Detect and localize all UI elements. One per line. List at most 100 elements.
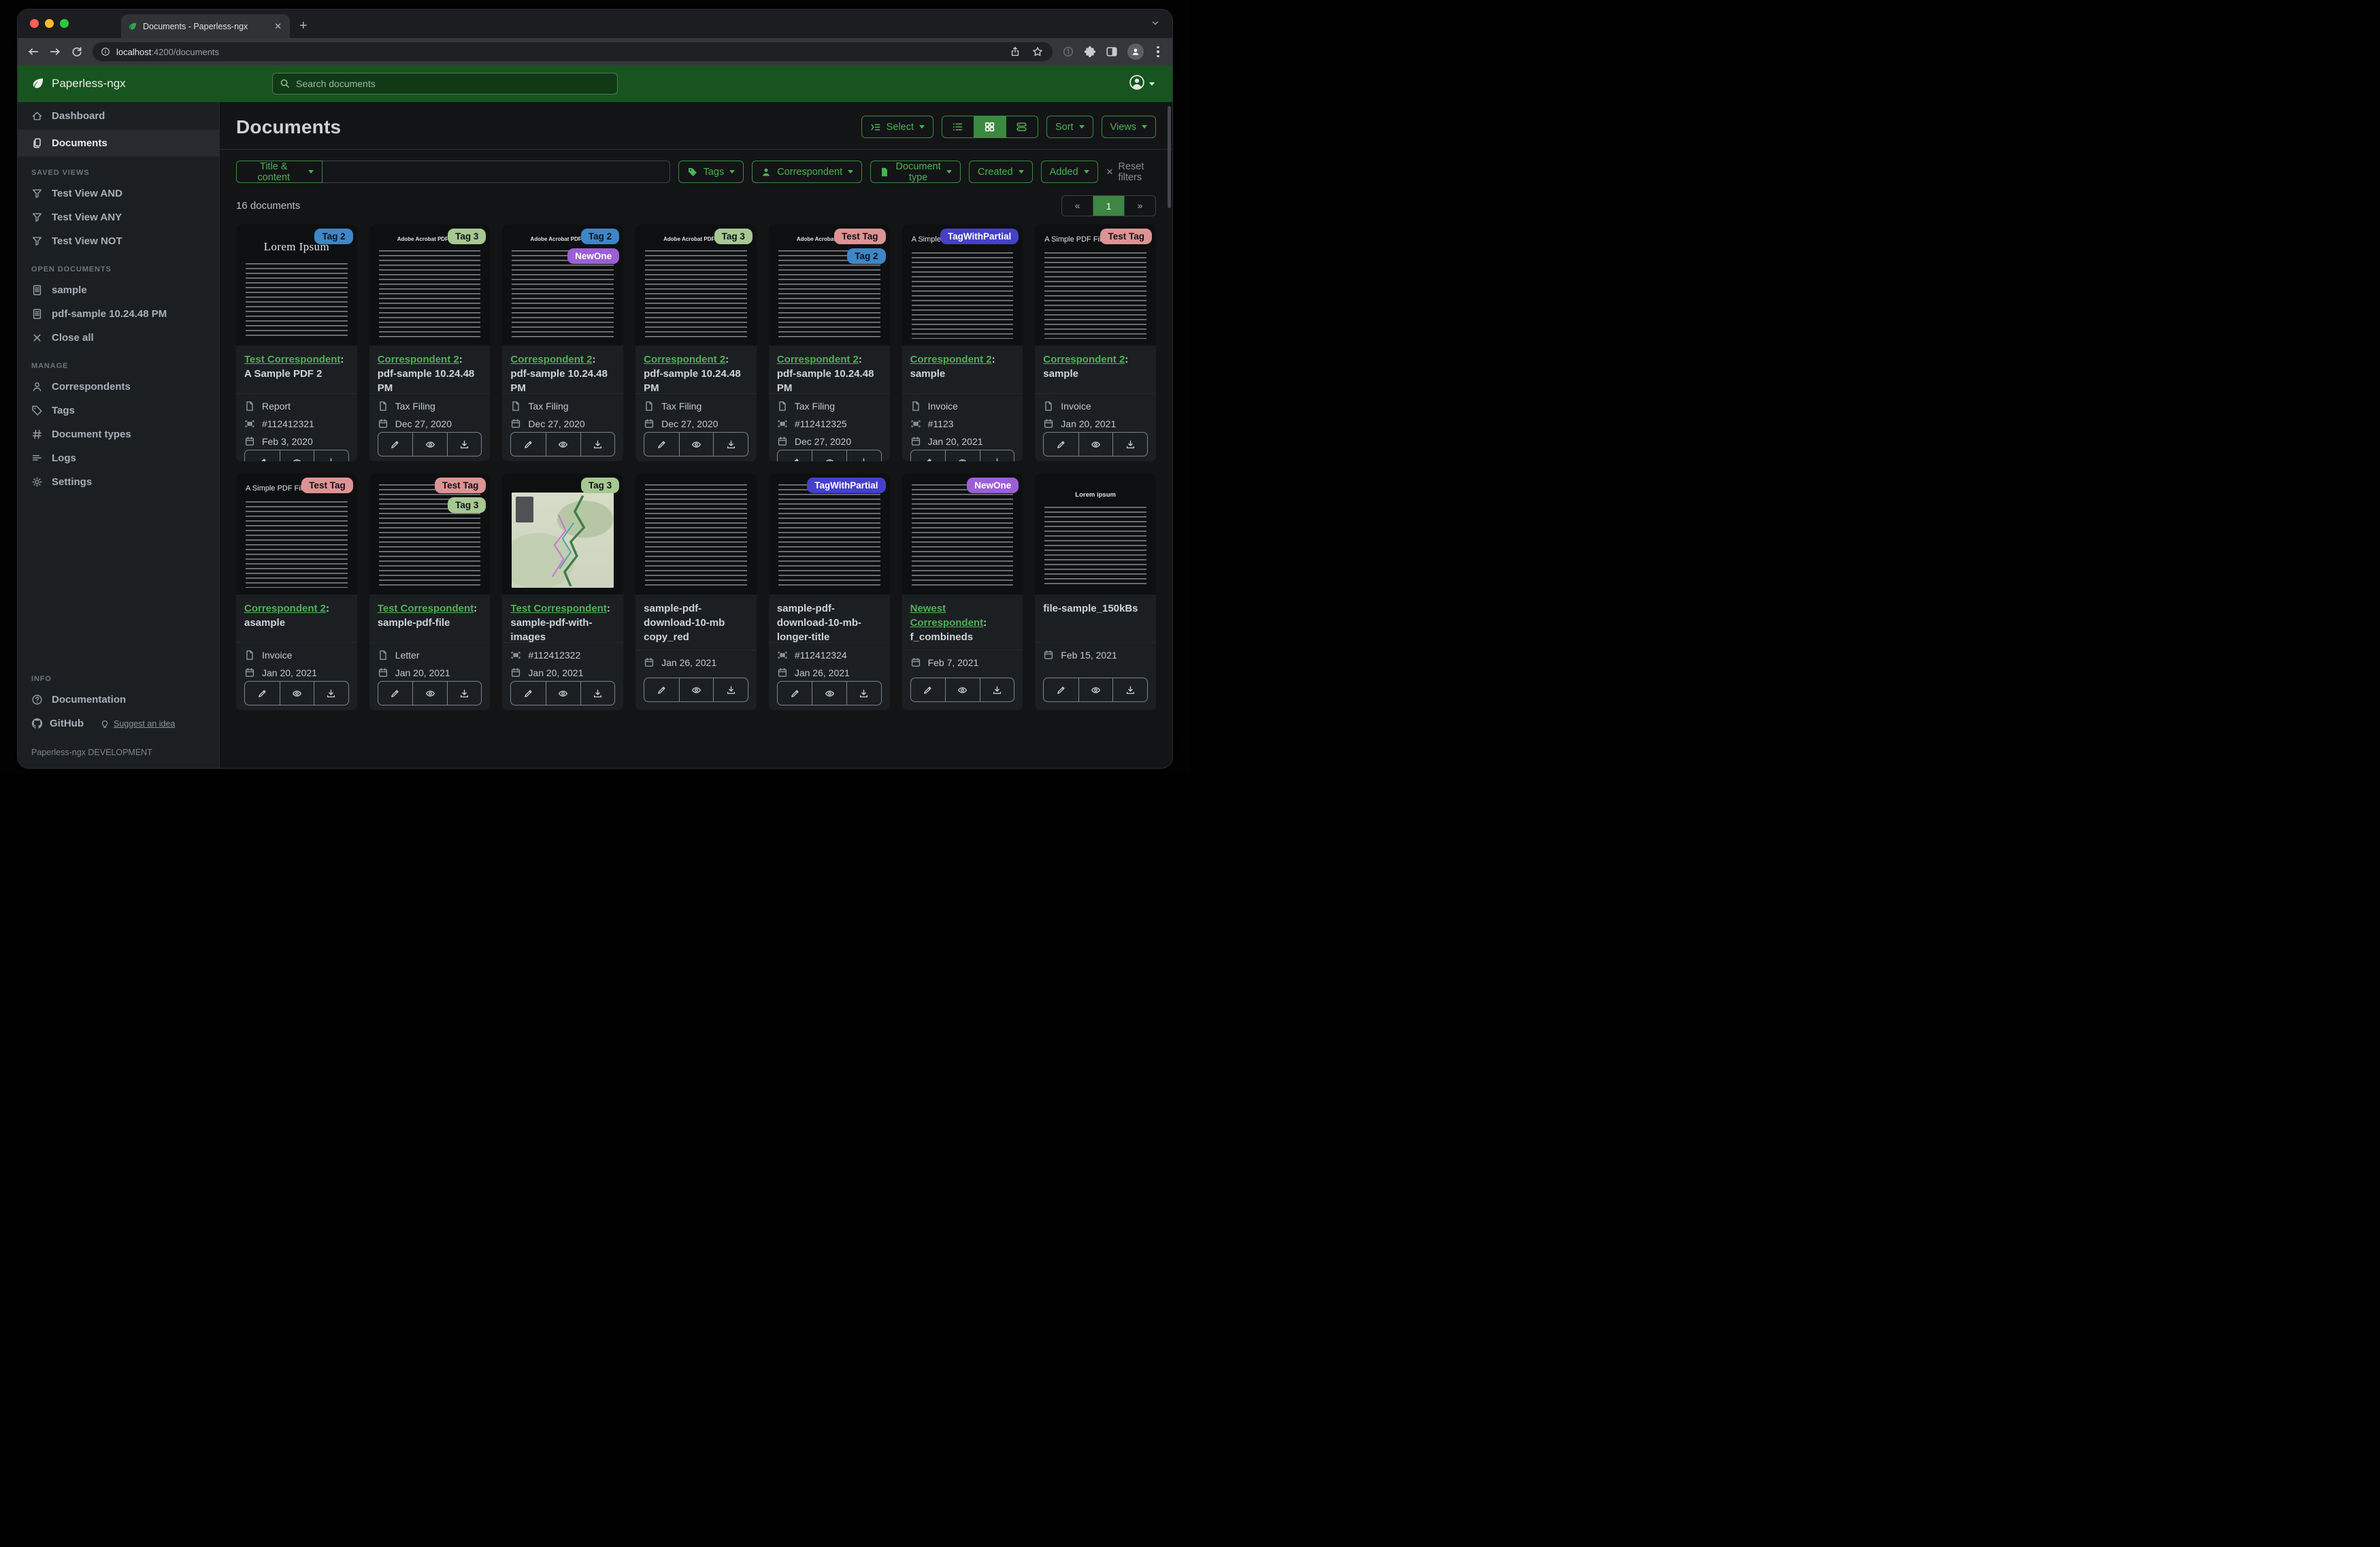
correspondent-link[interactable]: Test Correspondent <box>244 354 340 365</box>
download-button[interactable] <box>314 450 348 461</box>
download-button[interactable] <box>846 682 881 705</box>
pagination-prev-button[interactable]: « <box>1062 196 1093 216</box>
document-thumbnail[interactable]: TagWithPartial <box>769 473 890 595</box>
preview-button[interactable] <box>812 450 846 461</box>
sidebar-item-document-types[interactable]: Document types <box>18 422 219 446</box>
tag-badge[interactable]: TagWithPartial <box>940 229 1019 244</box>
tag-badge[interactable]: Test Tag <box>301 478 353 493</box>
extensions-puzzle-icon[interactable] <box>1084 46 1096 58</box>
correspondent-link[interactable]: Correspondent 2 <box>1043 354 1125 365</box>
sidebar-item-open-document[interactable]: pdf-sample 10.24.48 PM <box>18 302 219 326</box>
sidebar-item-close-all[interactable]: Close all <box>18 326 219 350</box>
sidebar-item-documentation[interactable]: Documentation <box>18 688 219 712</box>
document-thumbnail[interactable]: Tag 3 Adobe Acrobat PDF Files <box>369 224 491 346</box>
tab-close-icon[interactable]: ✕ <box>273 21 283 32</box>
browser-menu-icon[interactable] <box>1153 46 1163 57</box>
edit-button[interactable] <box>1044 678 1078 701</box>
preview-button[interactable] <box>1078 433 1113 456</box>
document-thumbnail[interactable]: Lorem ipsum <box>1035 473 1156 595</box>
edit-button[interactable] <box>245 682 280 705</box>
grid-view-button[interactable] <box>974 116 1006 137</box>
preview-button[interactable] <box>945 678 980 701</box>
forward-icon[interactable] <box>49 46 61 58</box>
reload-icon[interactable] <box>71 46 83 58</box>
sidebar-item-saved-view[interactable]: Test View ANY <box>18 205 219 229</box>
preview-button[interactable] <box>412 682 447 705</box>
scrollbar-thumb[interactable] <box>1168 106 1171 208</box>
download-button[interactable] <box>580 682 615 705</box>
document-thumbnail[interactable]: Tag 3 Adobe Acrobat PDF Files <box>635 224 757 346</box>
document-title[interactable]: Correspondent 2: pdf-sample 10.24.48 PM <box>369 346 491 394</box>
document-thumbnail[interactable]: Test TagTag 2 Adobe Acrobat PDF Files <box>769 224 890 346</box>
filter-field-dropdown[interactable]: Title & content <box>236 161 323 183</box>
tag-badge[interactable]: Tag 2 <box>581 229 619 244</box>
edit-button[interactable] <box>511 433 546 456</box>
side-panel-icon[interactable] <box>1106 46 1118 58</box>
share-icon[interactable] <box>1010 46 1021 57</box>
pagination-next-button[interactable]: » <box>1124 196 1155 216</box>
document-thumbnail[interactable] <box>635 473 757 595</box>
correspondent-link[interactable]: Newest Correspondent <box>910 603 984 629</box>
document-title[interactable]: Correspondent 2: sample <box>902 346 1023 394</box>
download-button[interactable] <box>713 678 748 701</box>
preview-button[interactable] <box>412 433 447 456</box>
sidebar-item-documents[interactable]: Documents <box>18 129 219 156</box>
bookmark-star-icon[interactable] <box>1032 46 1043 57</box>
preview-button[interactable] <box>546 682 580 705</box>
preview-button[interactable] <box>945 450 980 461</box>
document-title[interactable]: Correspondent 2: pdf-sample 10.24.48 PM <box>502 346 623 394</box>
minimize-window-button[interactable] <box>45 19 54 28</box>
edit-button[interactable] <box>245 450 280 461</box>
correspondent-link[interactable]: Correspondent 2 <box>244 603 326 614</box>
sidebar-item-github[interactable]: GitHub Suggest an idea <box>18 712 219 735</box>
edit-button[interactable] <box>778 682 812 705</box>
document-title[interactable]: Correspondent 2: asample <box>236 595 357 643</box>
sidebar-item-correspondents[interactable]: Correspondents <box>18 375 219 399</box>
preview-button[interactable] <box>280 682 314 705</box>
tag-badge[interactable]: Tag 3 <box>581 478 619 493</box>
tag-badge[interactable]: Tag 2 <box>847 248 885 264</box>
preview-button[interactable] <box>1078 678 1113 701</box>
document-thumbnail[interactable]: Tag 2NewOne Adobe Acrobat PDF Files <box>502 224 623 346</box>
select-button[interactable]: Select <box>861 116 933 138</box>
sidebar-item-dashboard[interactable]: Dashboard <box>18 102 219 129</box>
browser-tab[interactable]: Documents - Paperless-ngx ✕ <box>121 14 290 38</box>
download-button[interactable] <box>980 678 1014 701</box>
browser-profile-avatar[interactable] <box>1127 44 1144 60</box>
preview-button[interactable] <box>546 433 580 456</box>
tag-badge[interactable]: Tag 3 <box>448 497 486 513</box>
download-button[interactable] <box>580 433 615 456</box>
sidebar-item-saved-view[interactable]: Test View AND <box>18 182 219 205</box>
download-button[interactable] <box>314 682 348 705</box>
tab-search-chevron-icon[interactable] <box>1151 18 1160 38</box>
preview-button[interactable] <box>679 678 714 701</box>
reset-filters-button[interactable]: ✕ Reset filters <box>1106 161 1156 183</box>
edit-button[interactable] <box>644 678 679 701</box>
site-info-icon[interactable] <box>101 47 110 56</box>
added-filter-button[interactable]: Added <box>1041 161 1098 183</box>
document-title[interactable]: Test Correspondent: sample-pdf-with-imag… <box>502 595 623 643</box>
document-thumbnail[interactable]: Test Tag A Simple PDF File <box>236 473 357 595</box>
maximize-window-button[interactable] <box>60 19 69 28</box>
preview-button[interactable] <box>812 682 846 705</box>
correspondent-link[interactable]: Correspondent 2 <box>910 354 992 365</box>
document-type-filter-button[interactable]: Document type <box>870 161 961 183</box>
document-title[interactable]: Correspondent 2: pdf-sample 10.24.48 PM <box>769 346 890 394</box>
document-title[interactable]: Test Correspondent: A Sample PDF 2 <box>236 346 357 394</box>
tag-badge[interactable]: Tag 3 <box>714 229 753 244</box>
tag-badge[interactable]: Test Tag <box>435 478 486 493</box>
sidebar-item-settings[interactable]: Settings <box>18 470 219 494</box>
sidebar-item-saved-view[interactable]: Test View NOT <box>18 229 219 253</box>
download-button[interactable] <box>1112 678 1147 701</box>
document-title[interactable]: Correspondent 2: pdf-sample 10.24.48 PM <box>635 346 757 394</box>
document-title[interactable]: file-sample_150kBs <box>1035 595 1156 643</box>
pagination-page-1[interactable]: 1 <box>1093 196 1124 216</box>
correspondent-link[interactable]: Test Correspondent <box>510 603 606 614</box>
document-thumbnail[interactable]: TagWithPartial A Simple PDF File <box>902 224 1023 346</box>
edit-button[interactable] <box>911 450 946 461</box>
extension-badge-icon[interactable] <box>1062 46 1074 58</box>
correspondent-link[interactable]: Correspondent 2 <box>777 354 859 365</box>
preview-button[interactable] <box>280 450 314 461</box>
correspondent-link[interactable]: Test Correspondent <box>378 603 474 614</box>
tag-badge[interactable]: NewOne <box>567 248 619 264</box>
